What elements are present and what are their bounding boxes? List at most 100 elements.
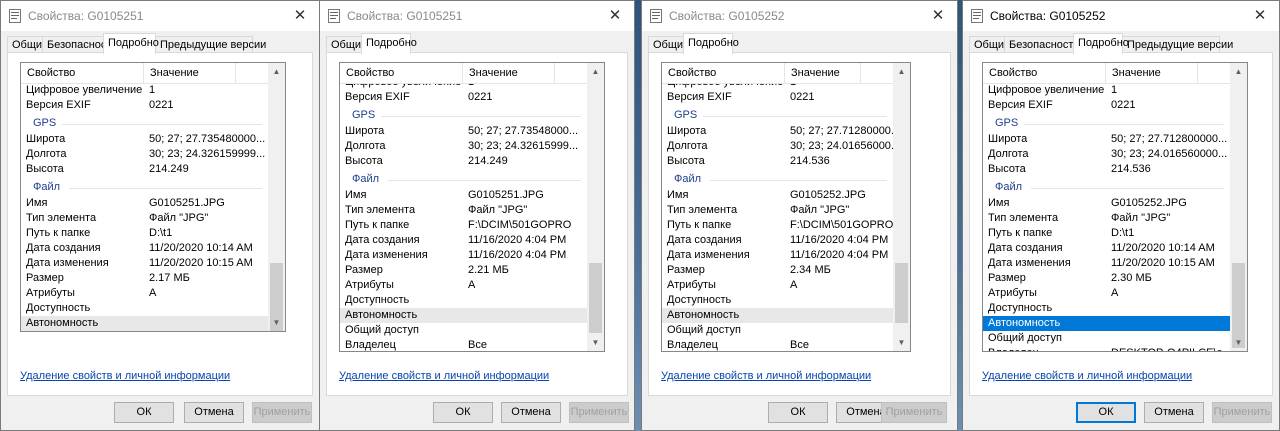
vertical-scrollbar[interactable]: ▲ ▼ [893, 63, 910, 351]
property-row[interactable]: Путь к папке F:\DCIM\501GOPRO [662, 218, 893, 233]
property-row[interactable]: Дата создания 11/16/2020 4:04 PM [340, 233, 587, 248]
scroll-up-arrow-icon[interactable]: ▲ [268, 63, 285, 80]
column-divider[interactable] [554, 63, 555, 83]
property-row[interactable]: Атрибуты A [662, 278, 893, 293]
apply-button[interactable]: Применить [1212, 402, 1272, 423]
property-row[interactable]: Владелец DESKTOP-O4PILCE\e... [983, 346, 1230, 351]
property-list[interactable]: Свойство Значение Цифровое увеличение 1 Верс… [20, 62, 286, 332]
property-row[interactable]: Общий доступ [340, 323, 587, 338]
tab-item[interactable]: Общие [7, 36, 48, 53]
properties-dialog[interactable]: Свойства: G0105252 ✕ Общие Безопасность Подр… [962, 0, 1280, 431]
property-row[interactable]: Высота 214.249 [340, 154, 587, 169]
tab-selected[interactable]: Подробно [1073, 33, 1129, 54]
property-list[interactable]: Свойство Значение Цифровое увеличение 1 Верс… [339, 62, 605, 352]
property-row[interactable]: Размер 2.30 МБ [983, 271, 1230, 286]
column-header-value[interactable]: Значение [469, 67, 518, 79]
column-divider[interactable] [1197, 63, 1198, 83]
property-row[interactable]: Версия EXIF 0221 [983, 98, 1230, 113]
close-icon[interactable]: ✕ [927, 6, 949, 26]
property-row[interactable]: Дата изменения 11/20/2020 10:15 AM [21, 256, 268, 271]
scroll-up-arrow-icon[interactable]: ▲ [587, 63, 604, 80]
tab-item[interactable]: Предыдущие версии [155, 36, 266, 53]
tab-item[interactable]: Общие [648, 36, 689, 53]
scroll-thumb[interactable] [895, 263, 908, 323]
property-row[interactable]: Тип элемента Файл "JPG" [340, 203, 587, 218]
property-row[interactable]: Тип элемента Файл "JPG" [983, 211, 1230, 226]
property-row[interactable]: Долгота 30; 23; 24.326159999... [21, 147, 268, 162]
scroll-down-arrow-icon[interactable]: ▼ [587, 334, 604, 351]
tab-selected[interactable]: Подробно [361, 33, 417, 54]
ok-button[interactable]: ОК [114, 402, 174, 423]
remove-properties-link[interactable]: Удаление свойств и личной информации [20, 370, 230, 382]
column-header-value[interactable]: Значение [791, 67, 840, 79]
property-row[interactable]: Владелец Все [340, 338, 587, 351]
column-header-property[interactable]: Свойство [668, 67, 716, 79]
remove-properties-link[interactable]: Удаление свойств и личной информации [982, 370, 1192, 382]
apply-button[interactable]: Применить [881, 402, 947, 423]
title-bar[interactable]: Свойства: G0105252 ✕ [642, 1, 957, 31]
tab-item[interactable]: Безопасность [42, 36, 117, 53]
title-bar[interactable]: Свойства: G0105251 ✕ [1, 1, 319, 31]
column-divider[interactable] [462, 63, 463, 83]
property-row[interactable]: Версия EXIF 0221 [662, 90, 893, 105]
close-icon[interactable]: ✕ [604, 6, 626, 26]
vertical-scrollbar[interactable]: ▲ ▼ [1230, 63, 1247, 351]
property-row[interactable]: Общий доступ [662, 323, 893, 338]
tab-selected[interactable]: Подробно [683, 33, 739, 54]
scroll-down-arrow-icon[interactable]: ▼ [893, 334, 910, 351]
column-header-value[interactable]: Значение [150, 67, 199, 79]
tab-item[interactable]: Общие [326, 36, 367, 53]
remove-properties-link[interactable]: Удаление свойств и личной информации [339, 370, 549, 382]
property-row[interactable]: Размер 2.34 МБ [662, 263, 893, 278]
property-row[interactable]: Имя G0105251.JPG [21, 196, 268, 211]
scroll-up-arrow-icon[interactable]: ▲ [893, 63, 910, 80]
property-row[interactable]: Высота 214.249 [21, 162, 268, 177]
property-row[interactable]: Дата создания 11/16/2020 4:04 PM [662, 233, 893, 248]
property-row[interactable]: Тип элемента Файл "JPG" [662, 203, 893, 218]
property-row[interactable]: Долгота 30; 23; 24.01656000... [662, 139, 893, 154]
properties-dialog[interactable]: Свойства: G0105251 ✕ Общие Безопасность Подр… [0, 0, 320, 431]
ok-button[interactable]: ОК [768, 402, 828, 423]
property-row[interactable]: Широта 50; 27; 27.712800000... [983, 132, 1230, 147]
column-divider[interactable] [143, 63, 144, 83]
close-icon[interactable]: ✕ [289, 6, 311, 26]
title-bar[interactable]: Свойства: G0105251 ✕ [320, 1, 634, 31]
ok-button[interactable]: ОК [1076, 402, 1136, 423]
tab-item[interactable]: Безопасность [1004, 36, 1079, 53]
property-row[interactable]: Имя G0105251.JPG [340, 188, 587, 203]
property-row[interactable]: Размер 2.17 МБ [21, 271, 268, 286]
scroll-down-arrow-icon[interactable]: ▼ [268, 314, 285, 331]
property-row[interactable]: Тип элемента Файл "JPG" [21, 211, 268, 226]
properties-dialog[interactable]: Свойства: G0105252 ✕ Общие Подробно Свойство… [641, 0, 958, 431]
property-row[interactable]: Дата изменения 11/16/2020 4:04 PM [662, 248, 893, 263]
apply-button[interactable]: Применить [569, 402, 629, 423]
property-row[interactable]: Доступность [21, 301, 268, 316]
tab-item[interactable]: Общие [969, 36, 1010, 53]
tab-item[interactable]: Предыдущие версии [1122, 36, 1233, 53]
vertical-scrollbar[interactable]: ▲ ▼ [587, 63, 604, 351]
scroll-down-arrow-icon[interactable]: ▼ [1230, 334, 1247, 351]
property-row[interactable]: Широта 50; 27; 27.735480000... [21, 132, 268, 147]
cancel-button[interactable]: Отмена [501, 402, 561, 423]
property-row[interactable]: Атрибуты A [340, 278, 587, 293]
cancel-button[interactable]: Отмена [1144, 402, 1204, 423]
property-row[interactable]: Дата изменения 11/20/2020 10:15 AM [983, 256, 1230, 271]
property-row[interactable]: Атрибуты A [21, 286, 268, 301]
property-row[interactable]: Дата создания 11/20/2020 10:14 AM [983, 241, 1230, 256]
apply-button[interactable]: Применить [252, 402, 312, 423]
vertical-scrollbar[interactable]: ▲ ▼ [268, 63, 285, 331]
property-row[interactable]: Автономность [662, 308, 893, 323]
property-row[interactable]: Атрибуты A [983, 286, 1230, 301]
property-row[interactable]: Путь к папке F:\DCIM\501GOPRO [340, 218, 587, 233]
property-row[interactable]: Владелец Все [662, 338, 893, 351]
property-row[interactable]: Дата создания 11/20/2020 10:14 AM [21, 241, 268, 256]
property-row[interactable]: Размер 2.21 МБ [340, 263, 587, 278]
property-row[interactable]: Имя G0105252.JPG [983, 196, 1230, 211]
property-row[interactable]: Версия EXIF 0221 [340, 90, 587, 105]
property-row[interactable]: Автономность [340, 308, 587, 323]
scroll-up-arrow-icon[interactable]: ▲ [1230, 63, 1247, 80]
properties-dialog[interactable]: Свойства: G0105251 ✕ Общие Подробно Свойство… [319, 0, 635, 431]
property-row[interactable]: Долгота 30; 23; 24.32615999... [340, 139, 587, 154]
property-row[interactable]: Цифровое увеличение 1 [21, 84, 268, 98]
column-header-property[interactable]: Свойство [346, 67, 394, 79]
